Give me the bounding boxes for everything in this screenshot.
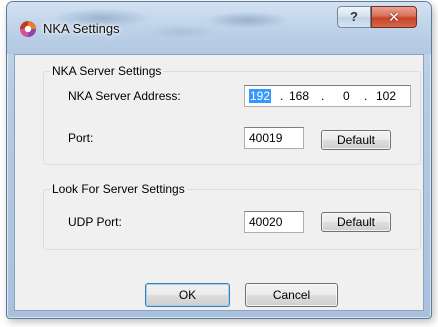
ip-dot-2: . <box>321 89 325 103</box>
ok-button[interactable]: OK <box>145 283 230 307</box>
help-button[interactable]: ? <box>337 6 371 28</box>
lookup-settings-group-label: Look For Server Settings <box>50 182 187 196</box>
window-title: NKA Settings <box>43 21 120 36</box>
ip-octet-3[interactable]: 0 <box>343 86 350 106</box>
port-label: Port: <box>68 131 94 145</box>
server-port-default-button[interactable]: Default <box>321 130 391 150</box>
dialog-client-area: NKA Server Settings NKA Server Address: … <box>14 54 424 311</box>
server-settings-group-label: NKA Server Settings <box>50 64 164 78</box>
title-bar[interactable]: NKA Settings ? ✕ <box>7 2 431 54</box>
close-button[interactable]: ✕ <box>371 6 417 28</box>
port-input[interactable]: 40019 <box>244 127 304 149</box>
ip-dot-3: . <box>364 89 368 103</box>
udp-port-label: UDP Port: <box>68 215 122 229</box>
close-icon: ✕ <box>388 9 400 25</box>
ip-octet-2[interactable]: 168 <box>289 86 309 106</box>
lookup-settings-group: Look For Server Settings UDP Port: 40020… <box>43 182 421 250</box>
server-settings-group: NKA Server Settings NKA Server Address: … <box>43 64 421 165</box>
nka-app-icon <box>20 21 36 37</box>
ip-octet-1[interactable]: 192 <box>249 86 272 106</box>
ip-dot-1: . <box>280 89 284 103</box>
udp-port-input[interactable]: 40020 <box>244 211 304 233</box>
ip-octet-4[interactable]: 102 <box>376 86 396 106</box>
cancel-button[interactable]: Cancel <box>245 283 338 307</box>
nka-settings-dialog: NKA Settings ? ✕ NKA Server Settings NKA… <box>6 1 432 319</box>
help-icon: ? <box>350 9 358 24</box>
udp-port-default-button[interactable]: Default <box>321 212 391 232</box>
server-address-label: NKA Server Address: <box>68 89 181 103</box>
server-address-input[interactable]: 192 . 168 . 0 . 102 <box>244 85 411 107</box>
